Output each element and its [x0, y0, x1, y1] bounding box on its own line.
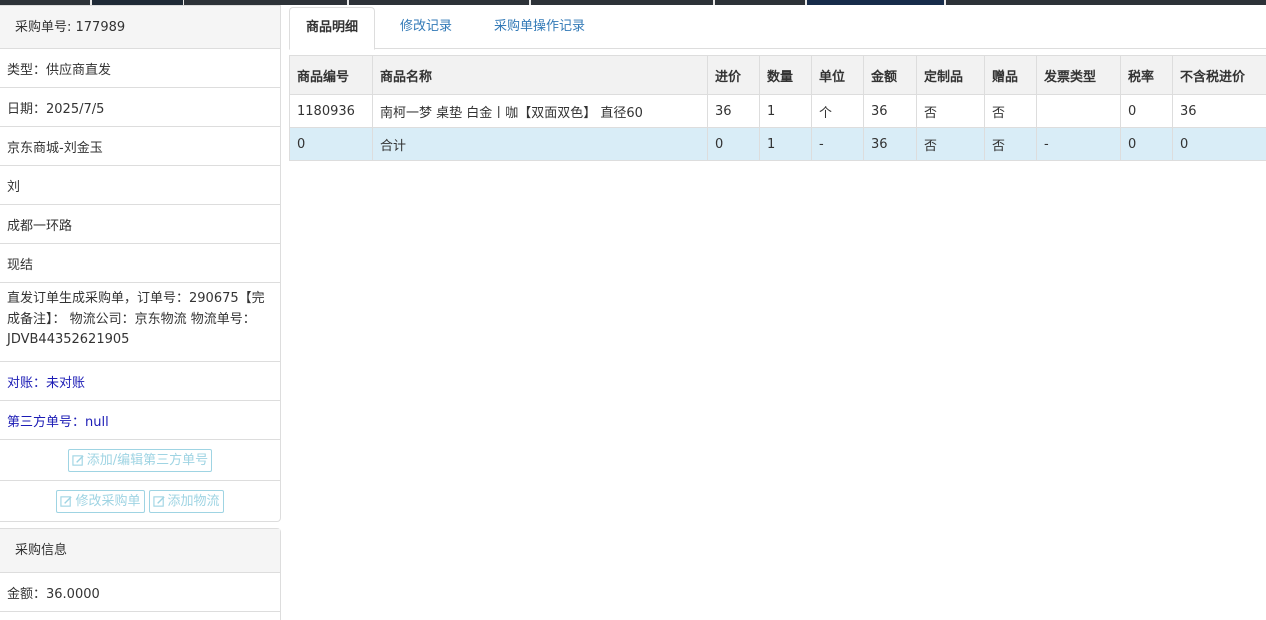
detail-tabs: 商品明细 修改记录 采购单操作记录	[289, 5, 1266, 50]
modify-order-button[interactable]: 修改采购单	[56, 490, 145, 513]
modify-order-label: 修改采购单	[75, 494, 141, 509]
third-party-actions: 添加/编辑第三方单号	[0, 440, 280, 481]
order-settlement: 现结	[0, 244, 280, 283]
order-note: 直发订单生成采购单，订单号：290675【完成备注】： 物流公司：京东物流 物流…	[0, 283, 280, 362]
total-row: 0 合计 0 1 - 36 否 否 - 0 0	[289, 127, 1266, 161]
column-header: 数量	[759, 55, 812, 95]
cell-tax-rate: 0	[1120, 94, 1173, 128]
total-cell: 1	[759, 127, 812, 161]
total-cell: 36	[863, 127, 917, 161]
column-header: 税率	[1120, 55, 1173, 95]
total-cell: 0	[707, 127, 760, 161]
cell-product-code: 1180936	[289, 94, 373, 128]
total-cell: 合计	[372, 127, 708, 161]
total-cell: 0	[1120, 127, 1173, 161]
purchase-amount: 金额：36.0000	[0, 573, 280, 612]
column-header: 进价	[707, 55, 760, 95]
column-header: 赠品	[984, 55, 1037, 95]
column-header: 发票类型	[1036, 55, 1121, 95]
order-contact-name: 刘	[0, 166, 280, 205]
edit-icon	[60, 496, 73, 507]
cell-product-name: 南柯一梦 桌垫 白金丨咖【双面双色】 直径60	[372, 94, 708, 128]
cell-invoice-type	[1036, 94, 1121, 128]
column-header: 商品名称	[372, 55, 708, 95]
third-party-number: 第三方单号：null	[0, 401, 280, 440]
table-header-row: 商品编号 商品名称 进价 数量 单位 金额 定制品 赠品 发票类型 税率 不含税…	[289, 55, 1266, 95]
order-type: 类型：供应商直发	[0, 49, 280, 88]
order-number-header: 采购单号: 177989	[0, 6, 280, 49]
add-edit-third-party-button[interactable]: 添加/编辑第三方单号	[67, 448, 213, 472]
column-header: 不含税进价	[1172, 55, 1266, 95]
order-info-panel: 采购单号: 177989 类型：供应商直发 日期：2025/7/5 京东商城-刘…	[0, 5, 281, 522]
column-header: 定制品	[916, 55, 985, 95]
cell-quantity: 1	[759, 94, 812, 128]
tab-product-details[interactable]: 商品明细	[289, 7, 376, 50]
total-cell: 否	[984, 127, 1037, 161]
edit-icon	[72, 454, 84, 466]
total-cell: 否	[916, 127, 985, 161]
cell-price-excl-tax: 36	[1172, 94, 1266, 128]
cell-amount: 36	[863, 94, 917, 128]
order-actions: 修改采购单 添加物流	[0, 481, 280, 522]
column-header: 金额	[863, 55, 917, 95]
cell-unit: 个	[811, 94, 864, 128]
total-cell: 0	[289, 127, 373, 161]
purchase-info-panel: 采购信息 金额：36.0000	[0, 528, 281, 620]
total-cell: -	[1036, 127, 1121, 161]
tab-modification-records[interactable]: 修改记录	[384, 7, 468, 50]
column-header: 商品编号	[289, 55, 373, 95]
order-address: 成都一环路	[0, 205, 280, 244]
cell-custom: 否	[916, 94, 985, 128]
cell-gift: 否	[984, 94, 1037, 128]
column-header: 单位	[811, 55, 864, 95]
purchase-info-header: 采购信息	[0, 529, 280, 573]
add-logistics-button[interactable]: 添加物流	[148, 490, 224, 513]
total-cell: 0	[1172, 127, 1266, 161]
edit-icon	[152, 496, 165, 507]
tab-operation-records[interactable]: 采购单操作记录	[478, 7, 601, 50]
product-table: 商品编号 商品名称 进价 数量 单位 金额 定制品 赠品 发票类型 税率 不含税…	[289, 55, 1266, 161]
table-row: 1180936 南柯一梦 桌垫 白金丨咖【双面双色】 直径60 36 1 个 3…	[289, 94, 1266, 128]
order-shop: 京东商城-刘金玉	[0, 127, 280, 166]
order-date: 日期：2025/7/5	[0, 88, 280, 127]
add-edit-third-party-label: 添加/编辑第三方单号	[86, 452, 209, 468]
reconcile-status: 对账：未对账	[0, 362, 280, 401]
add-logistics-label: 添加物流	[167, 494, 220, 509]
total-cell: -	[811, 127, 864, 161]
cell-price: 36	[707, 94, 760, 128]
